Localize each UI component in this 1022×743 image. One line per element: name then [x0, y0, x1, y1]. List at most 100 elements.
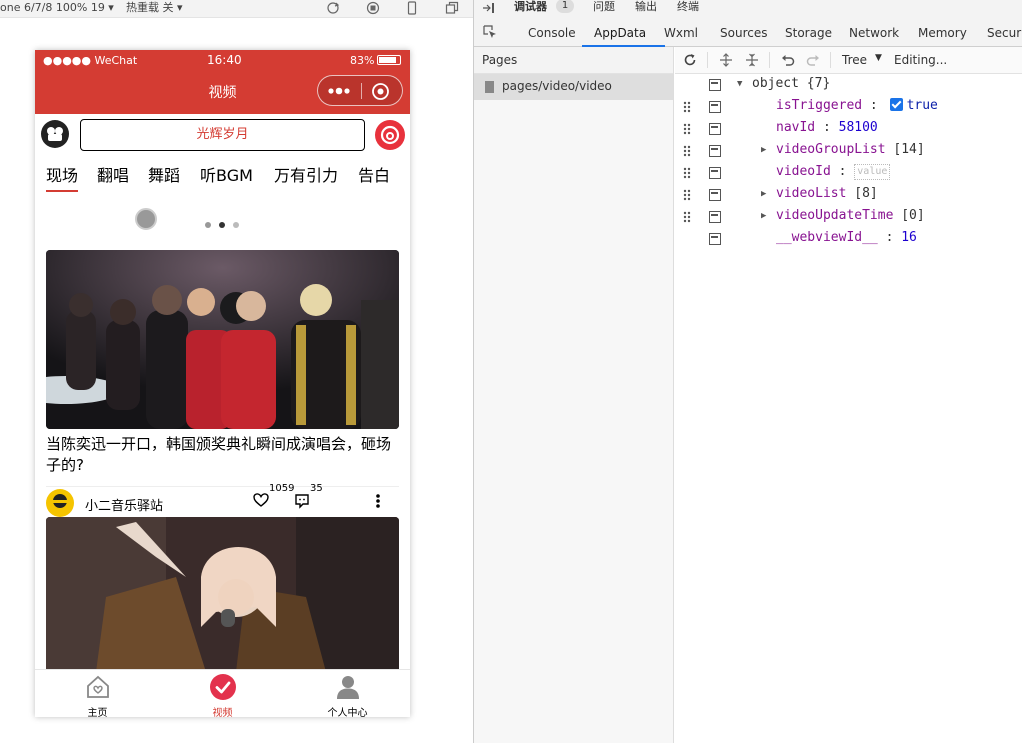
tree-row[interactable]: videoId : value [675, 162, 1022, 184]
tab-issues[interactable]: 问题 [593, 0, 615, 14]
camera-avatar-icon[interactable] [41, 120, 69, 148]
tree-row[interactable]: ▶ videoList [8] [675, 184, 1022, 206]
close-miniprogram-icon[interactable] [371, 82, 390, 101]
collapsed-caret-icon[interactable]: ▶ [761, 211, 766, 221]
tree-value: [8] [854, 186, 878, 201]
collapse-all-icon[interactable] [745, 53, 759, 67]
loading-indicator [135, 208, 157, 230]
author-avatar[interactable] [46, 489, 74, 517]
refresh-icon[interactable] [683, 53, 697, 67]
tab-bar: 主页 视频 个人中心 [35, 669, 410, 717]
collapse-box-icon[interactable] [709, 101, 721, 113]
stop-icon[interactable] [366, 1, 380, 15]
capsule-divider [361, 83, 362, 99]
collapsed-caret-icon[interactable]: ▶ [761, 189, 766, 199]
undo-icon[interactable] [781, 53, 795, 67]
collapsed-caret-icon[interactable]: ▶ [761, 145, 766, 155]
netease-music-icon[interactable] [375, 120, 405, 150]
more-dots-icon[interactable] [326, 84, 352, 98]
hot-reload-toggle[interactable]: 热重载 关 ▾ [126, 0, 183, 16]
tree-row[interactable]: __webviewId__ : 16 [675, 228, 1022, 250]
tab-terminal[interactable]: 终端 [677, 0, 699, 14]
dropdown-arrow-icon[interactable]: ▼ [875, 53, 882, 63]
tab-dance[interactable]: 舞蹈 [148, 162, 180, 186]
collapse-box-icon[interactable] [709, 233, 721, 245]
more-vertical-icon[interactable] [374, 493, 382, 509]
search-input[interactable]: 光辉岁月 [80, 119, 365, 151]
tree-key: videoUpdateTime [776, 208, 894, 223]
collapse-box-icon[interactable] [709, 123, 721, 135]
tabbar-home[interactable]: 主页 [35, 670, 160, 717]
collapse-box-icon[interactable] [709, 167, 721, 179]
video-thumbnail[interactable] [46, 517, 399, 672]
tabbar-label: 主页 [87, 708, 108, 717]
phone-icon[interactable] [405, 1, 419, 15]
collapse-box-icon[interactable] [709, 189, 721, 201]
appdata-toolbar: Tree ▼ Editing... [675, 47, 1022, 74]
redo-icon[interactable] [806, 53, 820, 67]
video-title[interactable]: 当陈奕迅一开口，韩国颁奖典礼瞬间成演唱会，砸场子的? [46, 434, 402, 476]
tab-security[interactable]: Securit [987, 26, 1022, 40]
tab-sources[interactable]: Sources [720, 26, 767, 40]
tabbar-profile[interactable]: 个人中心 [285, 670, 410, 717]
tab-network[interactable]: Network [849, 26, 899, 40]
drag-handle-icon[interactable] [683, 211, 691, 223]
tab-storage[interactable]: Storage [785, 26, 832, 40]
tree-row[interactable]: ▶ videoGroupList [14] [675, 140, 1022, 162]
appdata-pane: Tree ▼ Editing... ▼ object {7} isTrigger… [675, 47, 1022, 743]
category-tabs: 现场 翻唱 舞蹈 听BGM 万有引力 告白 [35, 158, 410, 192]
tree-value[interactable]: 16 [901, 230, 917, 245]
tab-live[interactable]: 现场 [46, 162, 79, 192]
rotate-icon[interactable] [326, 1, 340, 15]
tab-output[interactable]: 输出 [635, 0, 657, 14]
inspect-element-icon[interactable] [483, 25, 497, 39]
expand-all-icon[interactable] [719, 53, 733, 67]
tree-row-root[interactable]: ▼ object {7} [675, 74, 1022, 96]
tree-row[interactable]: ▶ videoUpdateTime [0] [675, 206, 1022, 228]
tab-console[interactable]: Console [528, 26, 576, 40]
tab-cover[interactable]: 翻唱 [97, 162, 129, 186]
collapse-box-icon[interactable] [709, 211, 721, 223]
carrier-label: ●●●●● WeChat [43, 54, 138, 67]
dock-icon[interactable] [482, 2, 496, 14]
expanded-caret-icon[interactable]: ▼ [737, 79, 742, 89]
tabbar-video[interactable]: 视频 [160, 670, 285, 717]
view-mode-select[interactable]: Tree [842, 53, 867, 67]
tab-confession[interactable]: 告白 [358, 162, 390, 186]
window-icon[interactable] [445, 1, 459, 15]
page-path: pages/video/video [502, 79, 612, 93]
simulator-area: ●●●●● WeChat 16:40 83% 视频 光辉岁月 现场 翻唱 舞蹈 … [0, 18, 473, 743]
tree-value[interactable]: true [907, 98, 938, 113]
editing-status: Editing... [894, 53, 948, 67]
drag-handle-icon[interactable] [683, 101, 691, 113]
tree-key: videoGroupList [776, 142, 886, 157]
tab-memory[interactable]: Memory [918, 26, 967, 40]
drag-handle-icon[interactable] [683, 167, 691, 179]
device-selector[interactable]: one 6/7/8 100% 19 ▾ [0, 0, 114, 16]
tree-row[interactable]: isTriggered : true [675, 96, 1022, 118]
tab-debugger[interactable]: 调试器 [514, 0, 547, 14]
tab-gravity[interactable]: 万有引力 [274, 162, 338, 186]
video-thumbnail[interactable] [46, 250, 399, 429]
video-check-icon [210, 674, 236, 700]
drag-handle-icon[interactable] [683, 189, 691, 201]
value-input[interactable]: value [854, 164, 891, 180]
collapse-box-icon[interactable] [709, 145, 721, 157]
page-list-item[interactable]: pages/video/video [474, 74, 673, 100]
tree-key: __webviewId__ [776, 230, 878, 245]
status-bar: ●●●●● WeChat 16:40 83% [35, 50, 410, 70]
navigation-bar: ●●●●● WeChat 16:40 83% 视频 [35, 50, 410, 114]
bool-checkbox[interactable] [889, 98, 903, 111]
comment-icon[interactable] [294, 493, 310, 509]
clock: 16:40 [207, 53, 242, 67]
tree-value[interactable]: 58100 [839, 120, 878, 135]
tree-row[interactable]: navId : 58100 [675, 118, 1022, 140]
heart-icon[interactable] [253, 492, 269, 508]
author-name[interactable]: 小二音乐驿站 [85, 495, 163, 514]
tab-bgm[interactable]: 听BGM [200, 162, 253, 186]
drag-handle-icon[interactable] [683, 123, 691, 135]
tab-appdata[interactable]: AppData [594, 26, 646, 40]
collapse-box-icon[interactable] [709, 79, 721, 91]
drag-handle-icon[interactable] [683, 145, 691, 157]
tab-wxml[interactable]: Wxml [664, 26, 698, 40]
